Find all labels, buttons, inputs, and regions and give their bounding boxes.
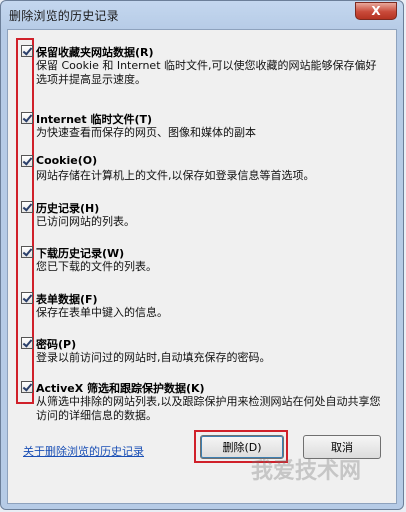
option-description: 您已下载的文件的列表。 [36,260,157,273]
option-description: 为快速查看而保存的网页、图像和媒体的副本 [36,126,256,139]
option-description: 从筛选中排除的网站列表,以及跟踪保护用来检测网站在何处自动共享您访问的详细信息的… [36,395,381,422]
option-description: 保存在表单中键入的信息。 [36,306,168,319]
dialog-window: 删除浏览的历史记录 X 保留收藏夹网站数据(R) 保留 Cookie 和 Int… [0,0,404,510]
option-description: 已访问网站的列表。 [36,215,135,228]
checkbox-preserve-favorites[interactable] [21,45,33,57]
dialog-content: 保留收藏夹网站数据(R) 保留 Cookie 和 Internet 临时文件,可… [7,29,397,504]
window-title: 删除浏览的历史记录 [9,9,119,23]
title-bar[interactable]: 删除浏览的历史记录 X [1,1,403,29]
option-title: 保留收藏夹网站数据(R) [36,46,154,59]
about-delete-history-link[interactable]: 关于删除浏览的历史记录 [23,443,144,459]
option-description: 保留 Cookie 和 Internet 临时文件,可以使您收藏的网站能够保存偏… [36,59,377,86]
checkbox-temp-files[interactable] [21,112,33,124]
checkbox-form-data[interactable] [21,292,33,304]
option-title: Cookie(O) [36,154,98,167]
option-title: 密码(P) [36,338,77,351]
close-button[interactable]: X [355,2,397,20]
checkbox-highlight-box [16,38,34,404]
option-title: 下载历史记录(W) [36,247,125,260]
checkbox-passwords[interactable] [21,337,33,349]
option-description: 登录以前访问过的网站时,自动填充保存的密码。 [36,351,271,364]
option-title: ActiveX 筛选和跟踪保护数据(K) [36,382,205,395]
option-title: Internet 临时文件(T) [36,113,153,126]
close-icon: X [371,4,381,18]
option-title: 表单数据(F) [36,293,98,306]
checkbox-history[interactable] [21,201,33,213]
option-title: 历史记录(H) [36,202,100,215]
cancel-button[interactable]: 取消 [303,435,381,459]
checkbox-activex-tracking[interactable] [21,381,33,393]
option-description: 网站存储在计算机上的文件,以保存如登录信息等首选项。 [36,169,315,182]
checkbox-download-history[interactable] [21,246,33,258]
checkbox-cookies[interactable] [21,155,33,167]
delete-button[interactable]: 删除(D) [200,435,284,459]
